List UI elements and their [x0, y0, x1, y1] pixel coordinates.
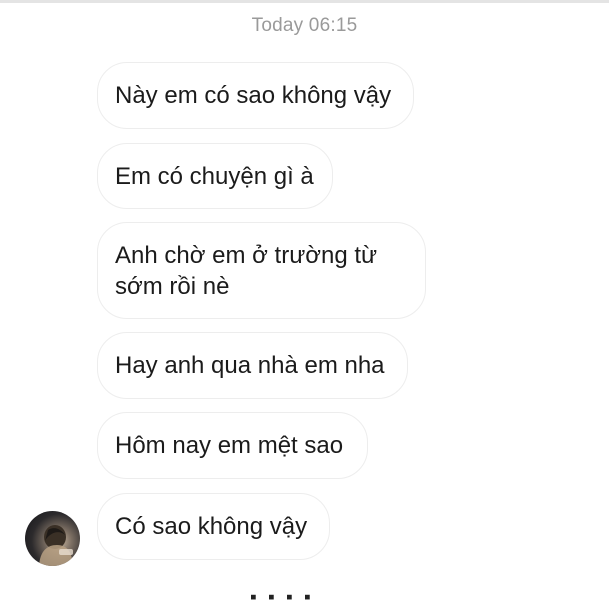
message-text: Em có chuyện gì à [115, 162, 314, 190]
message-text: Có sao không vậy [115, 513, 308, 540]
message-bubble[interactable]: Anh chờ em ở trường từ sớm rồi nè [97, 222, 426, 319]
message-bubble[interactable]: Có sao không vậy [97, 493, 330, 560]
message-timestamp: Today 06:15 [251, 15, 358, 36]
message-text: Hôm nay em mệt sao [115, 432, 344, 459]
message-text: Anh chờ em ở trường từ sớm rồi nè [115, 241, 378, 300]
top-divider [0, 0, 609, 3]
next-item-fragment: ▪ ▪ ▪ ▪ [250, 590, 380, 600]
avatar-image [39, 525, 73, 566]
message-text: Này em có sao không vậy [115, 82, 392, 109]
contact-avatar[interactable] [25, 511, 80, 566]
message-bubble[interactable]: Hay anh qua nhà em nha [97, 332, 408, 399]
message-bubble[interactable]: Này em có sao không vậy [97, 62, 414, 129]
message-bubble[interactable]: Em có chuyện gì à [97, 143, 333, 209]
typing-dots-icon: ▪ ▪ ▪ ▪ [250, 590, 380, 600]
message-text: Hay anh qua nhà em nha [115, 352, 385, 379]
message-bubble[interactable]: Hôm nay em mệt sao [97, 412, 368, 479]
